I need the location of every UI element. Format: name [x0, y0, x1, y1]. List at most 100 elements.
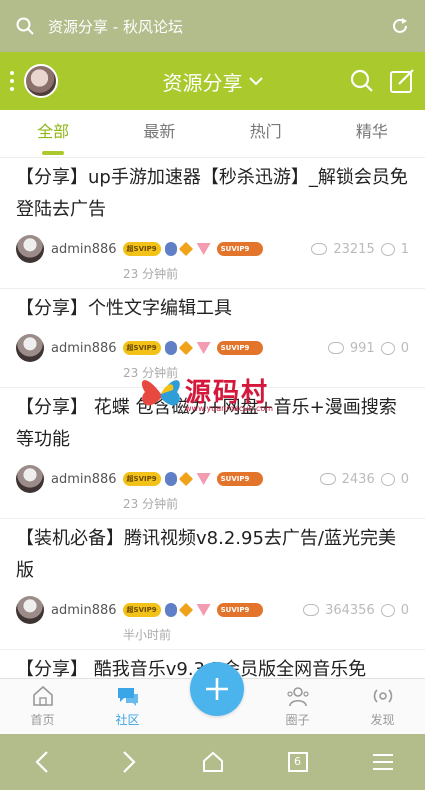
- menu-icon: [372, 754, 393, 770]
- tab-featured[interactable]: 精华: [319, 110, 425, 157]
- comment-icon: [380, 341, 395, 355]
- view-count: 2436: [341, 471, 375, 487]
- post-title[interactable]: 【分享】 花蝶 包含磁力+网盘+音乐+漫画搜索等功能: [16, 392, 409, 456]
- list-item[interactable]: 【分享】 花蝶 包含磁力+网盘+音乐+漫画搜索等功能 admin886 超SVI…: [0, 388, 425, 519]
- author-name[interactable]: admin886: [51, 341, 117, 356]
- heart-badge-icon: [196, 243, 211, 255]
- post-stats: 364356 0: [303, 603, 409, 618]
- chevron-left-icon: [34, 751, 48, 773]
- post-meta: admin886 超SVIP9 SUVIP9 23215 1: [16, 232, 409, 266]
- circle-icon: [286, 687, 309, 707]
- reply-count: 0: [400, 471, 409, 487]
- heart-badge-icon: [196, 342, 211, 354]
- discover-icon: [373, 689, 392, 703]
- list-item[interactable]: 【装机必备】腾讯视频v8.2.95去广告/蓝光完美版 admin886 超SVI…: [0, 519, 425, 650]
- diamond-badge-icon: [178, 471, 193, 487]
- nav-label: 发现: [370, 713, 395, 727]
- post-time: 半小时前: [123, 628, 172, 642]
- menu-button[interactable]: [363, 742, 403, 782]
- avatar[interactable]: [24, 64, 58, 98]
- post-time: 23 分钟前: [123, 366, 179, 380]
- reply-count: 1: [400, 241, 409, 257]
- eye-icon: [303, 604, 320, 616]
- tabs-button[interactable]: 6: [278, 742, 318, 782]
- heart-badge-icon: [196, 473, 211, 485]
- comment-icon: [380, 472, 395, 486]
- reply-count: 0: [400, 340, 409, 356]
- nav-home[interactable]: 首页: [0, 679, 85, 734]
- post-list: 【分享】up手游加速器【秒杀迅游】_解锁会员免登陆去广告 admin886 超S…: [0, 158, 425, 678]
- tab-all[interactable]: 全部: [0, 110, 106, 157]
- svip-badge-icon: 超SVIP9: [122, 341, 161, 355]
- avatar[interactable]: [16, 235, 44, 263]
- reload-icon[interactable]: [389, 15, 411, 37]
- heart-badge-icon: [196, 604, 211, 616]
- author-name[interactable]: admin886: [51, 472, 117, 487]
- section-selector[interactable]: 资源分享: [130, 52, 295, 110]
- post-title[interactable]: 【装机必备】腾讯视频v8.2.95去广告/蓝光完美版: [16, 523, 409, 587]
- avatar[interactable]: [16, 334, 44, 362]
- community-icon: [117, 688, 138, 706]
- home-icon: [32, 685, 53, 706]
- search-icon[interactable]: [349, 68, 375, 94]
- post-stats: 2436 0: [319, 471, 409, 487]
- more-menu-icon[interactable]: [0, 52, 24, 110]
- browser-toolbar: 6: [0, 734, 425, 790]
- vip-badge-icon: SUVIP9: [216, 603, 263, 617]
- diamond-badge-icon: [178, 241, 193, 257]
- compose-icon[interactable]: [389, 68, 415, 94]
- search-icon[interactable]: [14, 15, 36, 37]
- post-meta: admin886 超SVIP9 SUVIP9 991 0: [16, 331, 409, 365]
- post-meta: admin886 超SVIP9 SUVIP9 2436 0: [16, 462, 409, 496]
- comment-icon: [380, 242, 395, 256]
- post-stats: 23215 1: [311, 242, 409, 257]
- nav-community[interactable]: 社区: [85, 679, 170, 734]
- tab-hot[interactable]: 热门: [213, 110, 319, 157]
- nav-discover[interactable]: 发现: [340, 679, 425, 734]
- view-count: 23215: [333, 241, 375, 257]
- post-title[interactable]: 【分享】个性文字编辑工具: [16, 293, 409, 325]
- level-badge-icon: [164, 472, 177, 486]
- post-title[interactable]: 【分享】up手游加速器【秒杀迅游】_解锁会员免登陆去广告: [16, 162, 409, 226]
- list-item[interactable]: 【分享】个性文字编辑工具 admin886 超SVIP9 SUVIP9 991 …: [0, 289, 425, 388]
- chevron-down-icon: [248, 77, 263, 86]
- tab-latest[interactable]: 最新: [106, 110, 212, 157]
- list-item[interactable]: 【分享】up手游加速器【秒杀迅游】_解锁会员免登陆去广告 admin886 超S…: [0, 158, 425, 289]
- svip-badge-icon: 超SVIP9: [122, 242, 161, 256]
- plus-icon: [206, 678, 228, 700]
- reply-count: 0: [400, 602, 409, 618]
- browser-address-bar[interactable]: 资源分享 - 秋风论坛: [0, 0, 425, 52]
- add-post-button[interactable]: [190, 662, 244, 716]
- nav-label: 社区: [115, 713, 140, 727]
- level-badge-icon: [164, 341, 177, 355]
- browser-page-title[interactable]: 资源分享 - 秋风论坛: [48, 16, 389, 37]
- forward-button[interactable]: [108, 742, 148, 782]
- nav-label: 圈子: [285, 713, 310, 727]
- nav-label: 首页: [30, 713, 55, 727]
- page-title: 资源分享: [162, 70, 243, 95]
- diamond-badge-icon: [178, 602, 193, 618]
- svip-badge-icon: 超SVIP9: [122, 472, 161, 486]
- eye-icon: [319, 473, 336, 485]
- home-button[interactable]: [193, 742, 233, 782]
- view-count: 991: [349, 340, 375, 356]
- vip-badge-icon: SUVIP9: [216, 242, 263, 256]
- comment-icon: [380, 603, 395, 617]
- avatar[interactable]: [16, 465, 44, 493]
- back-button[interactable]: [23, 742, 63, 782]
- filter-tabs: 全部 最新 热门 精华: [0, 110, 425, 158]
- avatar[interactable]: [16, 596, 44, 624]
- author-name[interactable]: admin886: [51, 242, 117, 257]
- nav-circle[interactable]: 圈子: [255, 679, 340, 734]
- vip-badge-icon: SUVIP9: [216, 341, 263, 355]
- post-meta: admin886 超SVIP9 SUVIP9 364356 0: [16, 593, 409, 627]
- home-icon: [202, 751, 223, 772]
- svip-badge-icon: 超SVIP9: [122, 603, 161, 617]
- view-count: 364356: [325, 602, 375, 618]
- post-time: 23 分钟前: [123, 267, 179, 281]
- level-badge-icon: [164, 242, 177, 256]
- author-name[interactable]: admin886: [51, 603, 117, 618]
- post-time: 23 分钟前: [123, 497, 179, 511]
- vip-badge-icon: SUVIP9: [216, 472, 263, 486]
- tab-count: 6: [287, 752, 308, 772]
